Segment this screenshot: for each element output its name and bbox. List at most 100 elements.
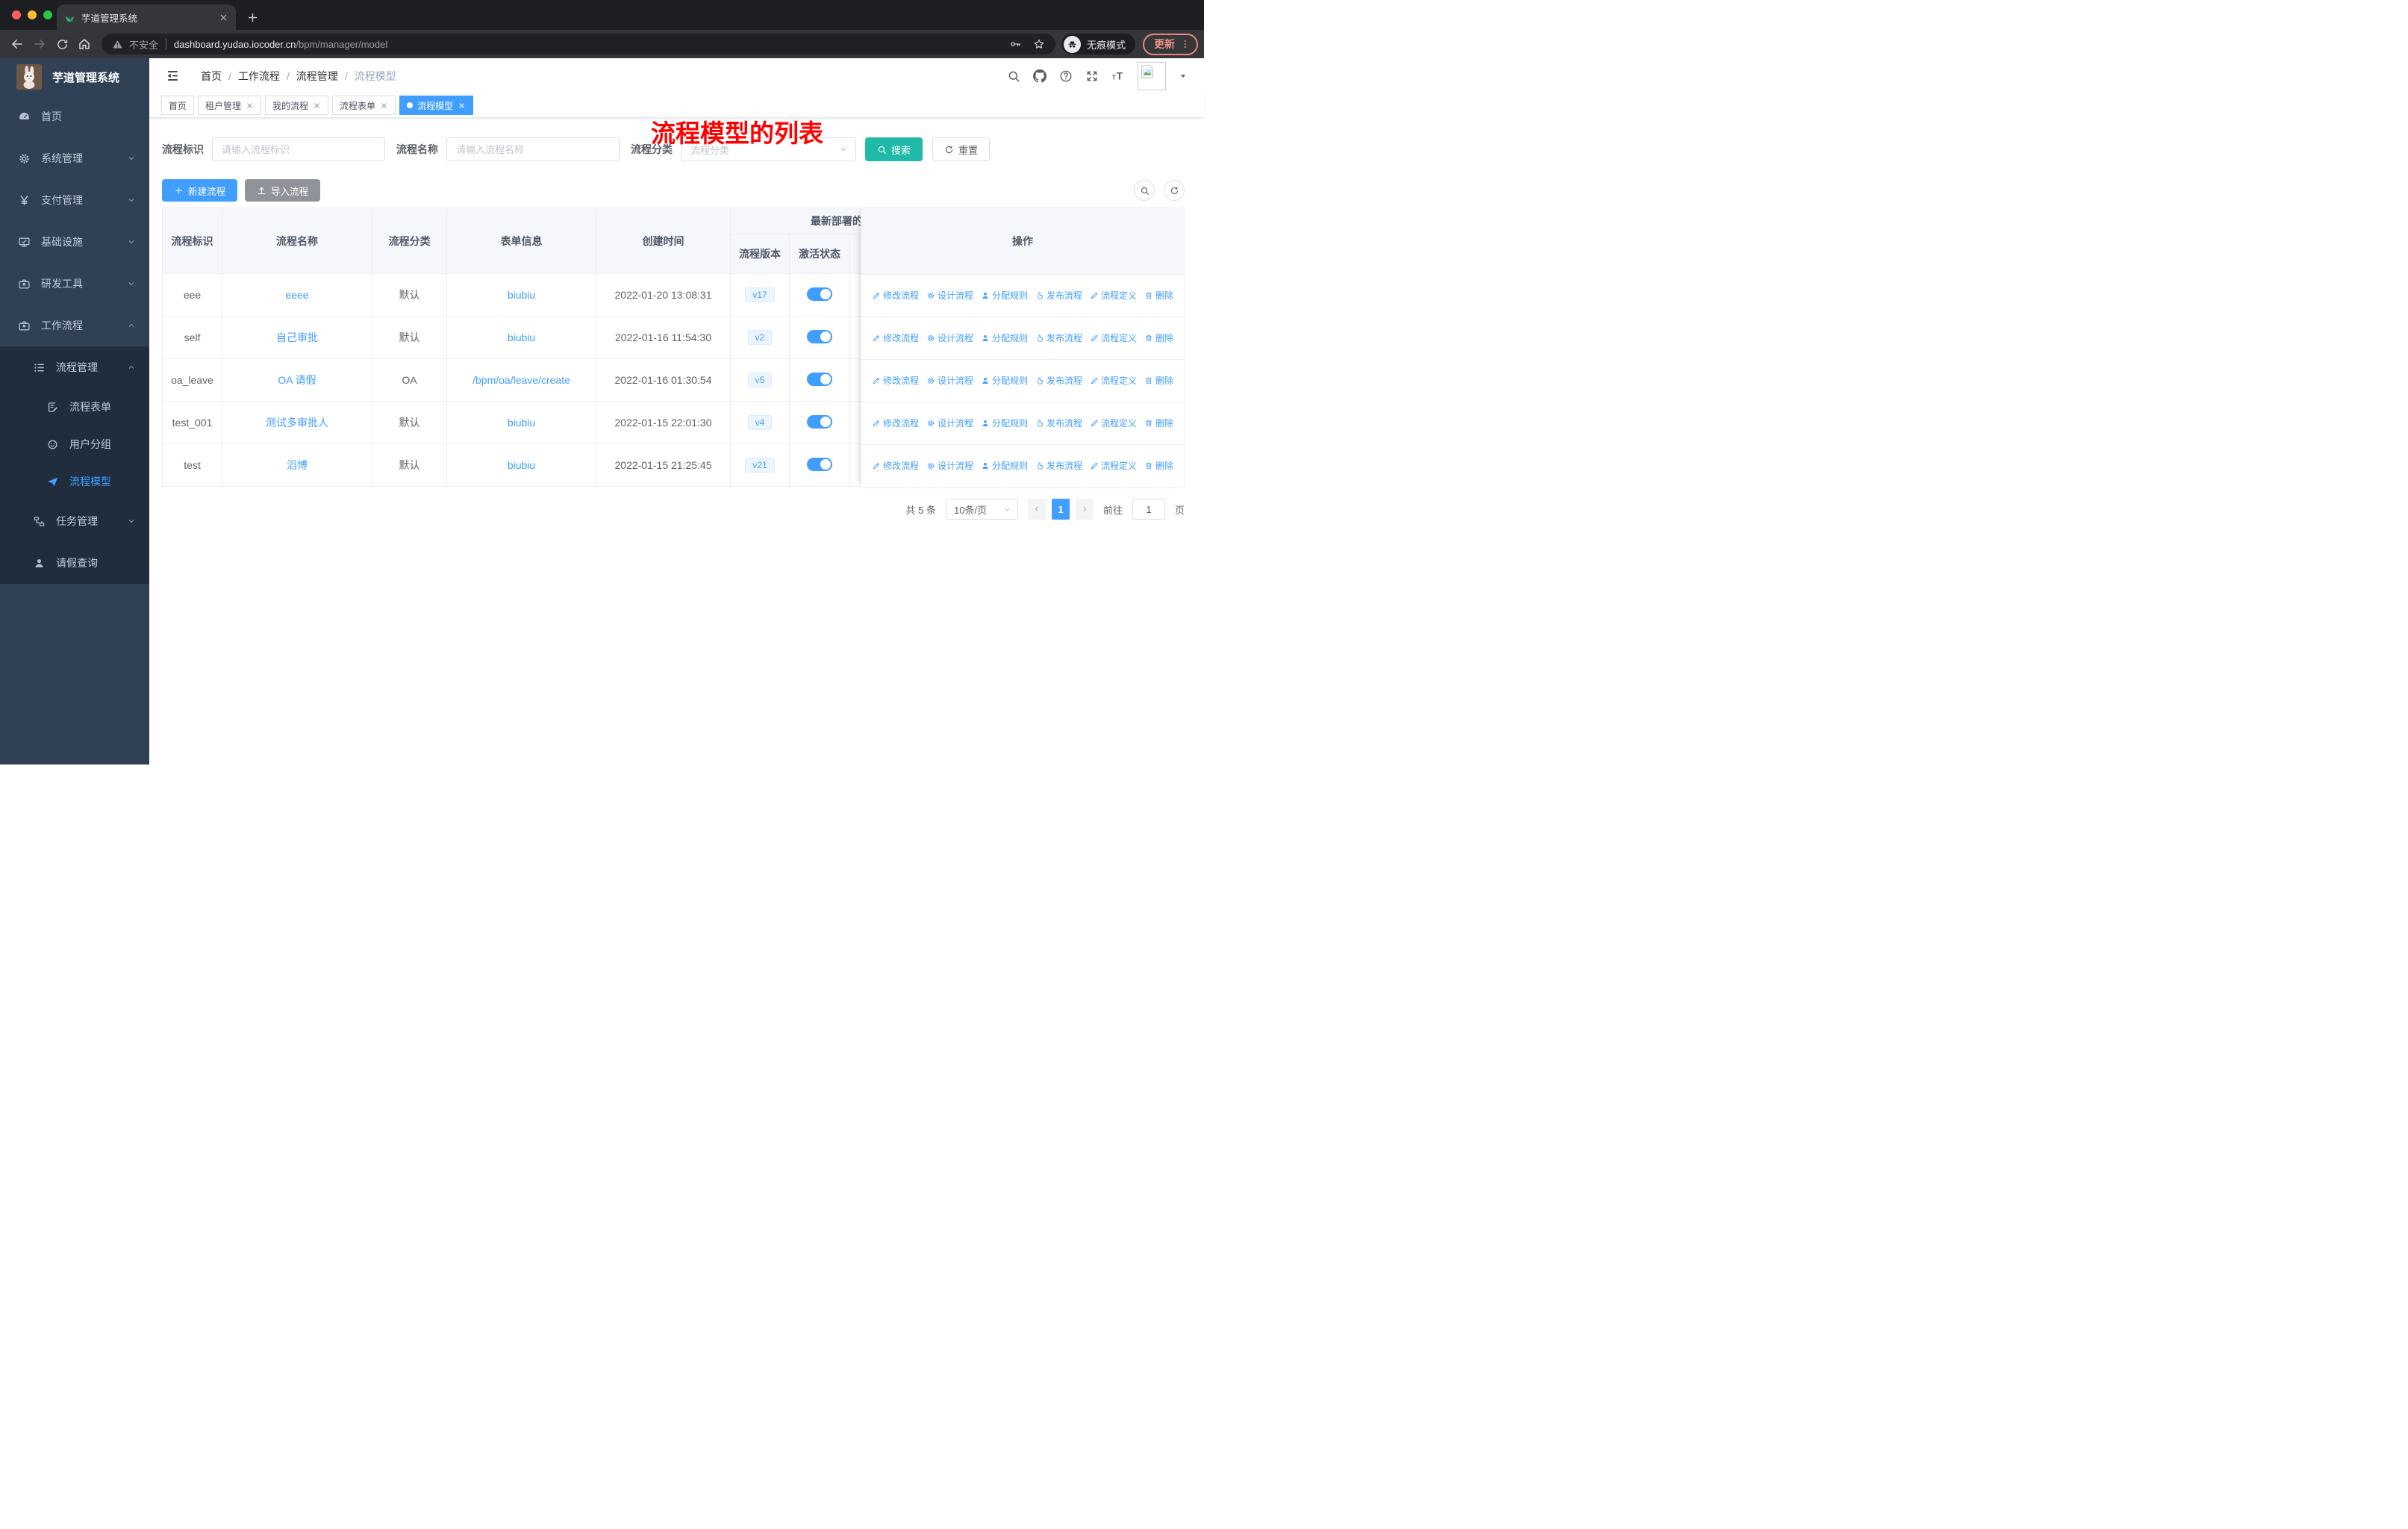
address-bar[interactable]: 不安全 dashboard.yudao.iocoder.cn/bpm/manag… bbox=[102, 34, 1055, 55]
import-process-button[interactable]: 导入流程 bbox=[245, 179, 321, 202]
reload-icon[interactable] bbox=[51, 33, 73, 55]
action-edit[interactable]: 修改流程 bbox=[872, 459, 919, 472]
form-info-link[interactable]: biubiu bbox=[508, 331, 535, 343]
action-publish[interactable]: 发布流程 bbox=[1035, 417, 1082, 429]
sidebar-item-process-manage[interactable]: 流程管理 bbox=[0, 346, 149, 388]
process-name-link[interactable]: 自己审批 bbox=[276, 331, 318, 343]
toggle-search-button[interactable] bbox=[1134, 180, 1155, 201]
action-delete[interactable]: 删除 bbox=[1144, 374, 1173, 387]
page-size-select[interactable]: 10条/页 bbox=[945, 499, 1018, 520]
action-assign[interactable]: 分配规则 bbox=[981, 331, 1028, 344]
active-toggle[interactable] bbox=[807, 329, 832, 343]
fullscreen-icon[interactable] bbox=[1085, 69, 1099, 83]
action-publish[interactable]: 发布流程 bbox=[1035, 289, 1082, 302]
help-icon[interactable] bbox=[1059, 69, 1073, 83]
action-edit[interactable]: 修改流程 bbox=[872, 289, 919, 302]
bookmark-star-icon[interactable] bbox=[1033, 38, 1045, 50]
home-icon[interactable] bbox=[73, 33, 96, 55]
close-icon[interactable] bbox=[458, 102, 466, 110]
search-button[interactable]: 搜索 bbox=[865, 137, 923, 161]
sidebar-item-infra[interactable]: 基础设施 bbox=[0, 221, 149, 263]
process-name-link[interactable]: 测试多审批人 bbox=[266, 417, 328, 429]
process-name-link[interactable]: 滔博 bbox=[287, 459, 308, 471]
action-assign[interactable]: 分配规则 bbox=[981, 374, 1028, 387]
breadcrumb-item[interactable]: 工作流程 bbox=[238, 69, 280, 84]
avatar[interactable] bbox=[1138, 61, 1166, 90]
refresh-table-button[interactable] bbox=[1164, 180, 1185, 201]
browser-menu-dots-icon[interactable] bbox=[1180, 39, 1191, 49]
tag-home[interactable]: 首页 bbox=[161, 96, 195, 115]
action-publish[interactable]: 发布流程 bbox=[1035, 374, 1082, 387]
action-definition[interactable]: 流程定义 bbox=[1090, 331, 1137, 344]
action-assign[interactable]: 分配规则 bbox=[981, 417, 1028, 429]
breadcrumb-item[interactable]: 首页 bbox=[201, 69, 222, 84]
active-toggle[interactable] bbox=[807, 287, 832, 301]
action-assign[interactable]: 分配规则 bbox=[981, 459, 1028, 472]
form-info-link[interactable]: /bpm/oa/leave/create bbox=[472, 374, 570, 386]
action-edit[interactable]: 修改流程 bbox=[872, 417, 919, 429]
github-icon[interactable] bbox=[1033, 69, 1047, 83]
action-publish[interactable]: 发布流程 bbox=[1035, 459, 1082, 472]
next-page-button[interactable] bbox=[1075, 499, 1094, 520]
window-minimize-button[interactable] bbox=[28, 10, 37, 19]
close-icon[interactable] bbox=[313, 102, 321, 110]
form-info-link[interactable]: biubiu bbox=[508, 459, 535, 471]
forward-icon[interactable] bbox=[28, 33, 51, 55]
action-delete[interactable]: 删除 bbox=[1144, 289, 1173, 302]
caret-down-icon[interactable] bbox=[1179, 72, 1188, 81]
breadcrumb-item[interactable]: 流程管理 bbox=[296, 69, 338, 84]
action-design[interactable]: 设计流程 bbox=[926, 417, 973, 429]
action-design[interactable]: 设计流程 bbox=[926, 331, 973, 344]
action-definition[interactable]: 流程定义 bbox=[1090, 417, 1137, 429]
goto-page-input[interactable] bbox=[1132, 499, 1165, 520]
sidebar-item-task-manage[interactable]: 任务管理 bbox=[0, 500, 149, 542]
sidebar-item-pay[interactable]: 支付管理 bbox=[0, 179, 149, 221]
process-key-input[interactable] bbox=[212, 137, 385, 161]
action-assign[interactable]: 分配规则 bbox=[981, 289, 1028, 302]
sidebar-item-process-form[interactable]: 流程表单 bbox=[0, 388, 149, 426]
create-process-button[interactable]: 新建流程 bbox=[162, 179, 238, 202]
action-delete[interactable]: 删除 bbox=[1144, 331, 1173, 344]
action-definition[interactable]: 流程定义 bbox=[1090, 374, 1137, 387]
font-size-icon[interactable] bbox=[1111, 69, 1125, 83]
close-icon[interactable] bbox=[246, 102, 254, 110]
sidebar-item-system[interactable]: 系统管理 bbox=[0, 137, 149, 179]
prev-page-button[interactable] bbox=[1027, 499, 1046, 520]
sidebar-item-home[interactable]: 首页 bbox=[0, 96, 149, 137]
action-delete[interactable]: 删除 bbox=[1144, 417, 1173, 429]
active-toggle[interactable] bbox=[807, 414, 832, 429]
tag-my-process[interactable]: 我的流程 bbox=[265, 96, 329, 115]
action-publish[interactable]: 发布流程 bbox=[1035, 331, 1082, 344]
tab-close-icon[interactable] bbox=[219, 13, 228, 22]
table-scroll-area[interactable]: 流程标识 流程名称 流程分类 表单信息 创建时间 最新部署的流程定义 流程版本 … bbox=[162, 208, 861, 487]
close-icon[interactable] bbox=[380, 102, 388, 110]
reset-button[interactable]: 重置 bbox=[932, 137, 991, 161]
browser-tab[interactable]: 芋道管理系统 bbox=[57, 4, 236, 30]
action-design[interactable]: 设计流程 bbox=[926, 289, 973, 302]
process-name-link[interactable]: eeee bbox=[285, 289, 308, 301]
sidebar-item-leave-query[interactable]: 请假查询 bbox=[0, 542, 149, 584]
back-icon[interactable] bbox=[6, 33, 28, 55]
sidebar-item-workflow[interactable]: 工作流程 bbox=[0, 305, 149, 346]
action-design[interactable]: 设计流程 bbox=[926, 459, 973, 472]
process-name-link[interactable]: OA 请假 bbox=[278, 374, 316, 386]
action-edit[interactable]: 修改流程 bbox=[872, 374, 919, 387]
sidebar-item-dev-tools[interactable]: 研发工具 bbox=[0, 263, 149, 305]
action-definition[interactable]: 流程定义 bbox=[1090, 289, 1137, 302]
app-logo[interactable]: 芋道管理系统 bbox=[0, 58, 149, 96]
tag-process-model[interactable]: 流程模型 bbox=[399, 96, 474, 115]
form-info-link[interactable]: biubiu bbox=[508, 289, 535, 301]
current-page[interactable]: 1 bbox=[1051, 499, 1070, 520]
window-zoom-button[interactable] bbox=[43, 10, 52, 19]
tag-process-form[interactable]: 流程表单 bbox=[332, 96, 396, 115]
search-icon[interactable] bbox=[1007, 69, 1020, 83]
process-name-input[interactable] bbox=[446, 137, 620, 161]
key-icon[interactable] bbox=[1009, 38, 1021, 50]
active-toggle[interactable] bbox=[807, 372, 832, 386]
action-design[interactable]: 设计流程 bbox=[926, 374, 973, 387]
update-button[interactable]: 更新 bbox=[1143, 33, 1198, 55]
action-definition[interactable]: 流程定义 bbox=[1090, 459, 1137, 472]
sidebar-item-process-model[interactable]: 流程模型 bbox=[0, 463, 149, 500]
tag-tenant[interactable]: 租户管理 bbox=[198, 96, 262, 115]
active-toggle[interactable] bbox=[807, 457, 832, 471]
